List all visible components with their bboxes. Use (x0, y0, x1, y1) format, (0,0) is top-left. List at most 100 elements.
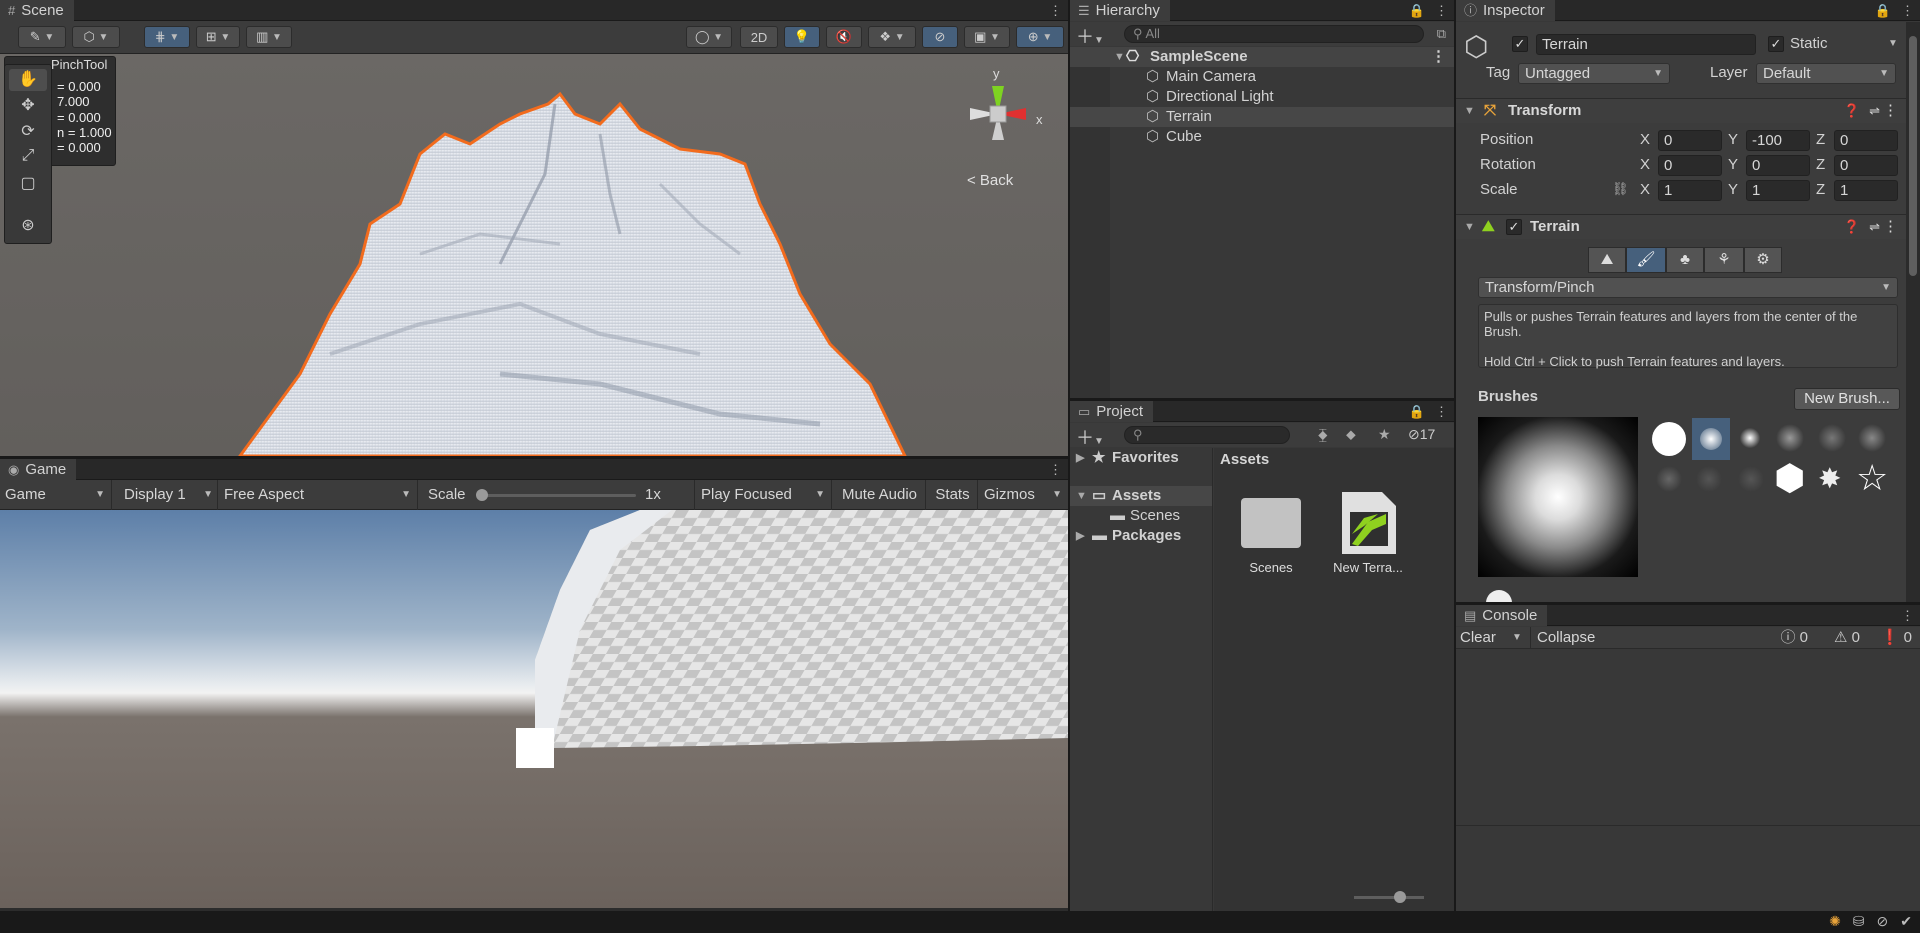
layer-dropdown[interactable]: Default ▼ (1756, 63, 1896, 84)
icon-size-thumb[interactable] (1394, 891, 1406, 903)
packages-row[interactable]: ▶ ▬ Packages (1070, 526, 1212, 546)
lock-icon[interactable]: 🔒 (1409, 3, 1425, 19)
search-options-icon[interactable]: ⧉ (1437, 26, 1446, 42)
kebab-menu-icon[interactable]: ⋮ (1435, 3, 1448, 19)
help-icon[interactable]: ❓ (1844, 99, 1860, 123)
rotation-x-field[interactable]: 0 (1658, 155, 1722, 176)
preset-icon[interactable]: ⇌ (1869, 215, 1880, 239)
console-log-area[interactable] (1456, 650, 1920, 826)
scale-x-field[interactable]: 1 (1658, 180, 1722, 201)
kebab-menu-icon[interactable]: ⋮ (1049, 462, 1062, 478)
check-circle-icon[interactable]: ✔ (1900, 913, 1912, 930)
rotation-y-field[interactable]: 0 (1746, 155, 1810, 176)
position-z-field[interactable]: 0 (1834, 130, 1898, 151)
scale-z-field[interactable]: 1 (1834, 180, 1898, 201)
asset-tile[interactable]: Scenes (1226, 488, 1316, 588)
hierarchy-search[interactable]: ⚲ All (1124, 25, 1424, 43)
brush-option[interactable] (1738, 466, 1764, 492)
search-by-type-icon[interactable]: ⧱ (1318, 426, 1328, 443)
create-button[interactable]: ＋▼ (1076, 424, 1104, 450)
snap-increment-button[interactable]: ⊞ ▼ (196, 26, 240, 48)
scale-slider[interactable] (476, 489, 636, 501)
scrollbar-thumb[interactable] (1909, 36, 1917, 276)
hand-tool-button[interactable]: ✋ (9, 69, 47, 91)
new-brush-button[interactable]: New Brush... (1794, 388, 1900, 410)
preset-icon[interactable]: ⇌ (1869, 99, 1880, 123)
rotation-z-field[interactable]: 0 (1834, 155, 1898, 176)
hidden-packages-toggle[interactable]: ⊘17 (1408, 426, 1435, 443)
tab-project[interactable]: ▭ Project (1070, 401, 1153, 422)
grid-snap-button[interactable]: ⋕ ▼ (144, 26, 190, 48)
kebab-menu-icon[interactable]: ⋮ (1901, 3, 1914, 19)
asset-tile[interactable]: New Terra... (1320, 488, 1416, 588)
gizmos-button[interactable]: ⊕ ▼ (1016, 26, 1064, 48)
assets-row[interactable]: ▼ ▭ Assets (1070, 486, 1212, 506)
favorites-row[interactable]: ▶ ★ Favorites (1070, 448, 1212, 468)
icon-size-slider[interactable] (1354, 891, 1424, 903)
tool-dropdown[interactable]: Transform/Pinch ▼ (1478, 277, 1898, 298)
kebab-menu-icon[interactable]: ⋮ (1435, 404, 1448, 420)
paint-details-button[interactable]: ⚘ (1704, 247, 1744, 273)
hexagon-brush-icon[interactable]: ⬢ (1774, 458, 1805, 498)
brush-option[interactable] (1656, 466, 1682, 492)
static-dropdown-arrow[interactable]: ▼ (1888, 38, 1898, 49)
back-button[interactable]: < Back (967, 172, 1013, 189)
starburst-brush-icon[interactable]: ✸ (1818, 462, 1841, 496)
display-dropdown[interactable]: Display 1 ▼ (118, 480, 218, 510)
collapse-button[interactable]: Collapse (1530, 627, 1595, 649)
terrain-settings-button[interactable]: ⚙ (1744, 247, 1782, 273)
rotate-tool-button[interactable]: ⟳ (9, 121, 47, 143)
brush-option[interactable] (1738, 426, 1762, 450)
game-viewport[interactable] (0, 510, 1068, 908)
gizmos-dropdown[interactable]: Gizmos ▼ (980, 480, 1068, 510)
scene-visibility-button[interactable]: ⊘ (922, 26, 958, 48)
network-off-icon[interactable]: ⊘ (1877, 913, 1889, 930)
lock-icon[interactable]: 🔒 (1875, 3, 1891, 19)
inspector-scrollbar[interactable] (1906, 22, 1920, 602)
list-item[interactable]: ⬡ Main Camera (1070, 67, 1454, 87)
list-item-selected[interactable]: ⬡ Terrain (1070, 107, 1454, 127)
brush-option[interactable] (1652, 422, 1686, 456)
star-brush-icon[interactable]: ☆ (1856, 458, 1888, 498)
tab-hierarchy[interactable]: ☰ Hierarchy (1070, 0, 1170, 21)
brush-option[interactable] (1696, 466, 1722, 492)
terrain-enabled-checkbox[interactable]: ✓ (1506, 219, 1522, 235)
render-mode-button[interactable]: ⬡ ▼ (72, 26, 120, 48)
clear-button[interactable]: Clear (1460, 627, 1496, 649)
object-name-field[interactable]: Terrain (1536, 34, 1756, 55)
scale-slider-thumb[interactable] (476, 489, 488, 501)
tag-dropdown[interactable]: Untagged ▼ (1518, 63, 1670, 84)
move-tool-button[interactable]: ✥ (9, 95, 47, 117)
brush-option[interactable] (1818, 424, 1846, 452)
position-x-field[interactable]: 0 (1658, 130, 1722, 151)
favorite-star-icon[interactable]: ★ (1378, 426, 1391, 443)
scene-viewport[interactable]: PinchTool = 0.000 7.000 = 0.000 n = 1.00… (0, 54, 1068, 456)
kebab-menu-icon[interactable]: ⋮ (1883, 215, 1898, 239)
create-neighbor-button[interactable]: ⛰ (1588, 247, 1626, 273)
kebab-menu-icon[interactable]: ⋮ (1431, 47, 1446, 67)
aspect-dropdown[interactable]: Free Aspect ▼ (218, 480, 418, 510)
list-item[interactable]: ⬡ Cube (1070, 127, 1454, 147)
grid-visibility-button[interactable]: ▥ ▼ (246, 26, 292, 48)
mute-audio-button[interactable]: Mute Audio (834, 480, 926, 510)
kebab-menu-icon[interactable]: ⋮ (1883, 99, 1898, 123)
paint-trees-button[interactable]: ♣ (1666, 247, 1704, 273)
create-button[interactable]: ＋▼ (1076, 23, 1104, 49)
game-mode-dropdown[interactable]: Game ▼ (0, 480, 112, 510)
lock-icon[interactable]: 🔒 (1409, 404, 1425, 420)
lighting-button[interactable]: 💡 (784, 26, 820, 48)
tab-scene[interactable]: # Scene (0, 0, 74, 21)
draw-mode-button[interactable]: ✎ ▼ (18, 26, 66, 48)
kebab-menu-icon[interactable]: ⋮ (1049, 3, 1062, 19)
camera-button[interactable]: ▣ ▼ (964, 26, 1010, 48)
audio-button[interactable]: 🔇 (826, 26, 862, 48)
scenes-folder-row[interactable]: ▬ Scenes (1070, 506, 1212, 526)
scene-row[interactable]: ▼ ⎔ SampleScene ⋮ (1070, 47, 1454, 67)
brush-option[interactable] (1858, 424, 1886, 452)
bug-icon[interactable]: ✺ (1829, 913, 1841, 930)
paint-terrain-button[interactable]: 🖌 (1626, 247, 1666, 273)
brush-option-selected[interactable] (1692, 418, 1730, 460)
rect-tool-button[interactable]: ▢ (9, 173, 47, 195)
transform-header[interactable]: ▼ ⤧ Transform ❓ ⇌ ⋮ (1456, 98, 1906, 123)
tab-console[interactable]: ▤ Console (1456, 605, 1548, 626)
